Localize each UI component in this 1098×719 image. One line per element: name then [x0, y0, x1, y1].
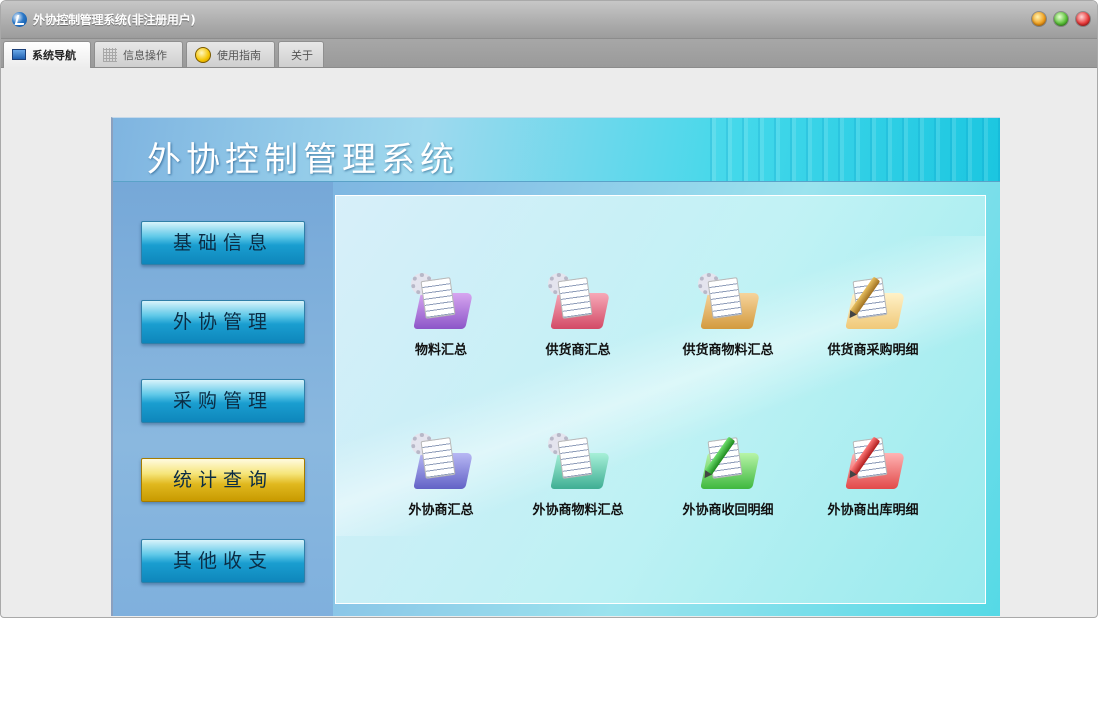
- purple-folder-report-icon: [409, 271, 473, 333]
- monitor-icon: [12, 48, 26, 60]
- sidebar-item-basic-info[interactable]: 基础信息: [141, 221, 305, 265]
- item-material-summary[interactable]: 物料汇总: [371, 271, 511, 358]
- item-outsourcer-outbound-detail[interactable]: 外协商出库明细: [803, 431, 943, 518]
- navigation-panel: 外协控制管理系统 基础信息 外协管理 采购管理 统计查询 其他收支 物料汇总 供…: [111, 117, 1000, 616]
- module-sidebar: 基础信息 外协管理 采购管理 统计查询 其他收支: [113, 182, 333, 616]
- app-window: 外协控制管理系统(非注册用户) 系统导航 信息操作 使用指南 关于 外协控制管理…: [0, 0, 1098, 618]
- item-label: 外协商汇总: [408, 503, 474, 518]
- item-outsourcer-summary[interactable]: 外协商汇总: [371, 431, 511, 518]
- title-bar: 外协控制管理系统(非注册用户): [1, 1, 1097, 39]
- tab-system-navigation[interactable]: 系统导航: [3, 41, 91, 68]
- item-outsourcer-return-detail[interactable]: 外协商收回明细: [658, 431, 798, 518]
- grid-icon: [103, 47, 117, 62]
- sidebar-item-outsourcing[interactable]: 外协管理: [141, 300, 305, 344]
- tab-bar: 系统导航 信息操作 使用指南 关于: [1, 39, 1097, 68]
- tab-user-guide[interactable]: 使用指南: [186, 41, 275, 67]
- red-pencil-document-icon: [841, 431, 905, 493]
- blue-folder-report-icon: [409, 431, 473, 493]
- item-outsourcer-material-summary[interactable]: 外协商物料汇总: [508, 431, 648, 518]
- item-label: 供货商采购明细: [827, 343, 919, 358]
- item-label: 外协商物料汇总: [532, 503, 624, 518]
- panel-header: 外协控制管理系统: [113, 118, 1000, 182]
- tab-label: 关于: [291, 48, 313, 62]
- item-label: 外协商出库明细: [827, 503, 919, 518]
- item-label: 物料汇总: [414, 343, 467, 358]
- close-button[interactable]: [1076, 12, 1090, 26]
- tab-label: 使用指南: [217, 48, 261, 62]
- sidebar-item-other-income[interactable]: 其他收支: [141, 539, 305, 583]
- tab-label: 信息操作: [123, 48, 167, 62]
- sidebar-item-purchasing[interactable]: 采购管理: [141, 379, 305, 423]
- pencil-document-icon: [841, 271, 905, 333]
- green-pencil-document-icon: [696, 431, 760, 493]
- item-supplier-purchase-detail[interactable]: 供货商采购明细: [803, 271, 943, 358]
- sidebar-item-statistics[interactable]: 统计查询: [141, 458, 305, 502]
- item-label: 供货商汇总: [545, 343, 611, 358]
- maximize-button[interactable]: [1054, 12, 1068, 26]
- function-grid: 物料汇总 供货商汇总 供货商物料汇总 供货商采购明细 外协商汇总 外协商物料汇总…: [335, 195, 986, 604]
- lightbulb-icon: [195, 46, 211, 63]
- item-label: 供货商物料汇总: [682, 343, 774, 358]
- teal-folder-report-icon: [546, 431, 610, 493]
- item-supplier-summary[interactable]: 供货商汇总: [508, 271, 648, 358]
- minimize-button[interactable]: [1032, 12, 1046, 26]
- tab-about[interactable]: 关于: [278, 41, 324, 67]
- item-label: 外协商收回明细: [682, 503, 774, 518]
- window-title: 外协控制管理系统(非注册用户): [33, 13, 196, 27]
- app-logo-icon: [12, 12, 27, 27]
- tab-label: 系统导航: [32, 49, 76, 62]
- item-supplier-material-summary[interactable]: 供货商物料汇总: [658, 271, 798, 358]
- tab-info-operations[interactable]: 信息操作: [94, 41, 183, 67]
- tan-folder-report-icon: [696, 271, 760, 333]
- pink-folder-report-icon: [546, 271, 610, 333]
- system-title: 外协控制管理系统: [147, 140, 459, 180]
